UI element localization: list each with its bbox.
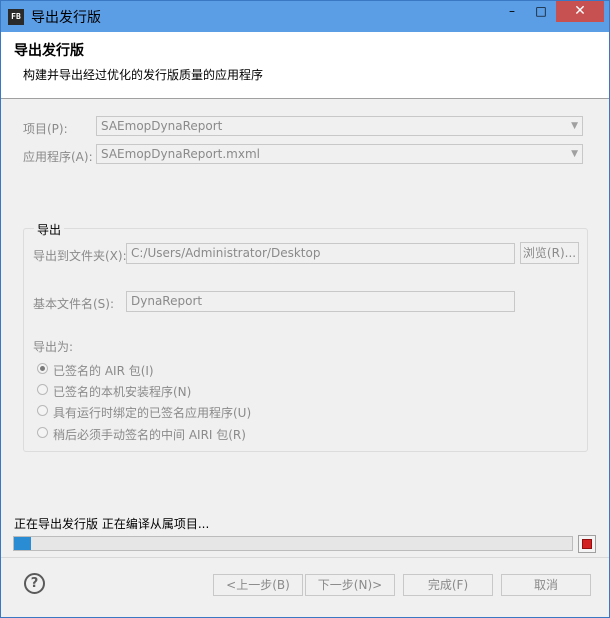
progress-status-text: 正在导出发行版 正在编译从属项目... bbox=[14, 517, 210, 531]
wizard-banner: 导出发行版 构建并导出经过优化的发行版质量的应用程序 bbox=[1, 32, 609, 99]
export-folder-input[interactable]: C:/Users/Administrator/Desktop bbox=[126, 243, 515, 264]
application-label: 应用程序(A): bbox=[23, 150, 93, 164]
radio-label: 具有运行时绑定的已签名应用程序(U) bbox=[53, 406, 252, 420]
chevron-down-icon: ▼ bbox=[571, 149, 578, 159]
window-title: 导出发行版 bbox=[31, 10, 101, 26]
application-value: SAEmopDynaReport.mxml bbox=[101, 147, 260, 161]
wizard-description: 构建并导出经过优化的发行版质量的应用程序 bbox=[23, 68, 264, 82]
back-button[interactable]: <上一步(B) bbox=[213, 574, 303, 596]
radio-button[interactable] bbox=[37, 405, 48, 416]
base-filename-input[interactable]: DynaReport bbox=[126, 291, 515, 312]
progress-bar-fill bbox=[14, 537, 31, 550]
radio-button[interactable] bbox=[37, 427, 48, 438]
wizard-title: 导出发行版 bbox=[14, 43, 84, 59]
title-bar[interactable]: FB 导出发行版 – □ ✕ bbox=[1, 1, 609, 32]
finish-button[interactable]: 完成(F) bbox=[403, 574, 493, 596]
radio-button[interactable] bbox=[37, 363, 48, 374]
help-icon[interactable]: ? bbox=[24, 573, 45, 594]
minimize-button[interactable]: – bbox=[497, 1, 527, 22]
export-group-title: 导出 bbox=[34, 221, 65, 238]
export-release-dialog: FB 导出发行版 – □ ✕ 导出发行版 构建并导出经过优化的发行版质量的应用程… bbox=[0, 0, 610, 618]
stop-icon bbox=[582, 539, 592, 549]
flash-builder-app-icon: FB bbox=[8, 9, 24, 25]
radio-button[interactable] bbox=[37, 384, 48, 395]
export-folder-label: 导出到文件夹(X): bbox=[33, 249, 127, 263]
next-button[interactable]: 下一步(N)> bbox=[305, 574, 395, 596]
application-combo[interactable]: SAEmopDynaReport.mxml ▼ bbox=[96, 144, 583, 164]
export-as-label: 导出为: bbox=[33, 340, 74, 354]
footer-separator bbox=[1, 557, 609, 558]
cancel-button[interactable]: 取消 bbox=[501, 574, 591, 596]
browse-button[interactable]: 浏览(R)... bbox=[520, 242, 579, 264]
stop-button[interactable] bbox=[578, 535, 596, 553]
project-combo[interactable]: SAEmopDynaReport ▼ bbox=[96, 116, 583, 136]
radio-label: 已签名的本机安装程序(N) bbox=[53, 385, 192, 399]
close-button[interactable]: ✕ bbox=[556, 1, 604, 22]
radio-label: 稍后必须手动签名的中间 AIRI 包(R) bbox=[53, 428, 246, 442]
maximize-button[interactable]: □ bbox=[527, 1, 555, 22]
project-label: 项目(P): bbox=[23, 122, 68, 136]
progress-bar bbox=[13, 536, 573, 551]
base-filename-label: 基本文件名(S): bbox=[33, 297, 115, 311]
radio-label: 已签名的 AIR 包(I) bbox=[53, 364, 154, 378]
project-value: SAEmopDynaReport bbox=[101, 119, 223, 133]
chevron-down-icon: ▼ bbox=[571, 121, 578, 131]
